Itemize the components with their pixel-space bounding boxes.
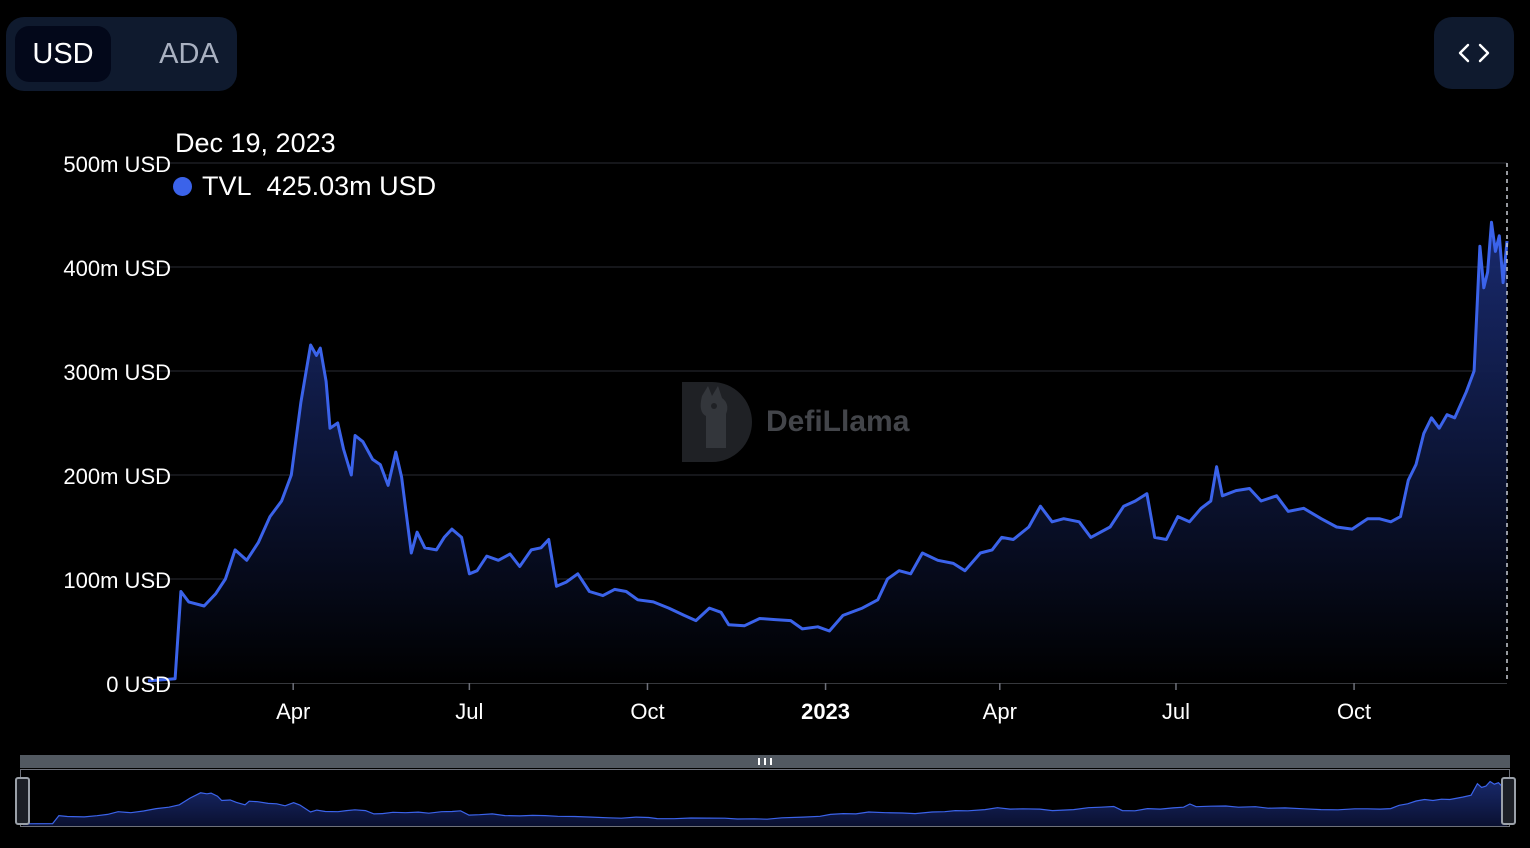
range-brush[interactable] (20, 755, 1510, 828)
y-tick-label: 100m USD (63, 568, 171, 593)
tooltip-series-name: TVL (202, 171, 252, 202)
brush-window[interactable] (20, 769, 1510, 827)
x-tick-label: Jul (1162, 699, 1190, 724)
llama-logo-icon (682, 382, 754, 462)
tooltip-series-row: TVL 425.03m USD (173, 171, 436, 202)
tooltip-series-value: 425.03m USD (267, 171, 437, 202)
watermark-text: DefiLlama (766, 405, 909, 439)
mini-chart (21, 770, 1509, 826)
grip-icon (758, 758, 772, 765)
defillama-watermark: DefiLlama (682, 382, 909, 462)
tooltip-date: Dec 19, 2023 (175, 128, 336, 159)
y-tick-label: 300m USD (63, 360, 171, 385)
y-tick-label: 500m USD (63, 152, 171, 177)
brush-end-handle[interactable] (1501, 777, 1516, 825)
y-tick-label: 400m USD (63, 256, 171, 281)
y-tick-label: 200m USD (63, 464, 171, 489)
x-tick-label: Oct (630, 699, 664, 724)
x-tick-label: Apr (276, 699, 310, 724)
x-tick-label: Apr (983, 699, 1017, 724)
brush-start-handle[interactable] (15, 777, 30, 825)
tvl-chart[interactable]: 0 USD 100m USD 200m USD 300m USD 400m USD 500… (0, 0, 1530, 740)
tooltip-spacer (252, 171, 267, 202)
series-color-dot (173, 177, 192, 196)
y-tick-label: 0 USD (106, 672, 171, 697)
x-tick-label: 2023 (801, 699, 850, 724)
x-tick-label: Jul (455, 699, 483, 724)
x-tick-label: Oct (1337, 699, 1371, 724)
brush-drag-bar[interactable] (20, 755, 1510, 768)
